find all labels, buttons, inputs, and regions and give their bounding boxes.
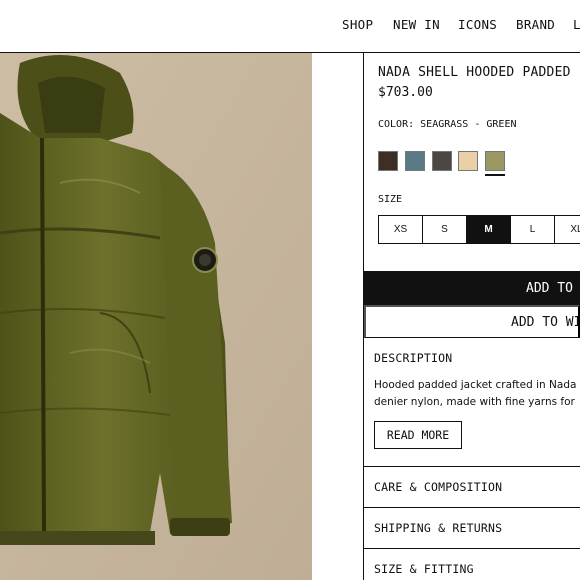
nav-icons[interactable]: ICONS bbox=[458, 17, 497, 32]
nav-brand[interactable]: BRAND bbox=[516, 17, 555, 32]
size-xs-button[interactable]: XS bbox=[378, 215, 423, 244]
swatch-charcoal[interactable] bbox=[432, 151, 452, 171]
nav-new-in[interactable]: NEW IN bbox=[393, 17, 440, 32]
swatch-seagrass-green[interactable] bbox=[485, 151, 505, 171]
section-divider bbox=[364, 507, 580, 508]
color-value: SEAGRASS - GREEN bbox=[420, 119, 517, 130]
size-fitting-section[interactable]: SIZE & FITTING bbox=[374, 562, 474, 576]
top-navigation: SHOP NEW IN ICONS BRAND L bbox=[0, 0, 580, 52]
size-l-button[interactable]: L bbox=[510, 215, 555, 244]
swatch-blue[interactable] bbox=[405, 151, 425, 171]
care-composition-section[interactable]: CARE & COMPOSITION bbox=[374, 480, 502, 494]
read-more-button[interactable]: READ MORE bbox=[374, 421, 462, 449]
description-line-1: Hooded padded jacket crafted in Nada bbox=[374, 379, 577, 391]
swatch-sand[interactable] bbox=[458, 151, 478, 171]
add-to-bag-button[interactable]: ADD TO bbox=[364, 271, 580, 305]
section-divider bbox=[364, 466, 580, 467]
description-line-2: denier nylon, made with fine yarns for bbox=[374, 396, 575, 408]
size-selector: XS S M L XL bbox=[378, 215, 580, 245]
jacket-illustration bbox=[0, 53, 312, 580]
size-label: SIZE bbox=[378, 194, 403, 205]
selected-swatch-indicator bbox=[485, 174, 505, 176]
section-divider bbox=[364, 548, 580, 549]
description-title[interactable]: DESCRIPTION bbox=[374, 351, 452, 365]
color-label: COLOR: bbox=[378, 119, 415, 130]
add-to-wishlist-button[interactable]: ADD TO WI bbox=[364, 305, 580, 338]
shipping-returns-section[interactable]: SHIPPING & RETURNS bbox=[374, 521, 502, 535]
size-s-button[interactable]: S bbox=[422, 215, 467, 244]
product-title: NADA SHELL HOODED PADDED bbox=[378, 65, 571, 80]
swatch-brown[interactable] bbox=[378, 151, 398, 171]
nav-shop[interactable]: SHOP bbox=[342, 17, 373, 32]
size-xl-button[interactable]: XL bbox=[554, 215, 580, 244]
product-price: $703.00 bbox=[378, 85, 433, 100]
product-image[interactable] bbox=[0, 53, 312, 580]
size-m-button[interactable]: M bbox=[466, 215, 511, 244]
color-line: COLOR: SEAGRASS - GREEN bbox=[378, 119, 516, 130]
description-text: Hooded padded jacket crafted in Nada den… bbox=[374, 377, 576, 411]
nav-more[interactable]: L bbox=[573, 17, 580, 32]
product-info-panel: NADA SHELL HOODED PADDED $703.00 COLOR: … bbox=[364, 53, 580, 580]
